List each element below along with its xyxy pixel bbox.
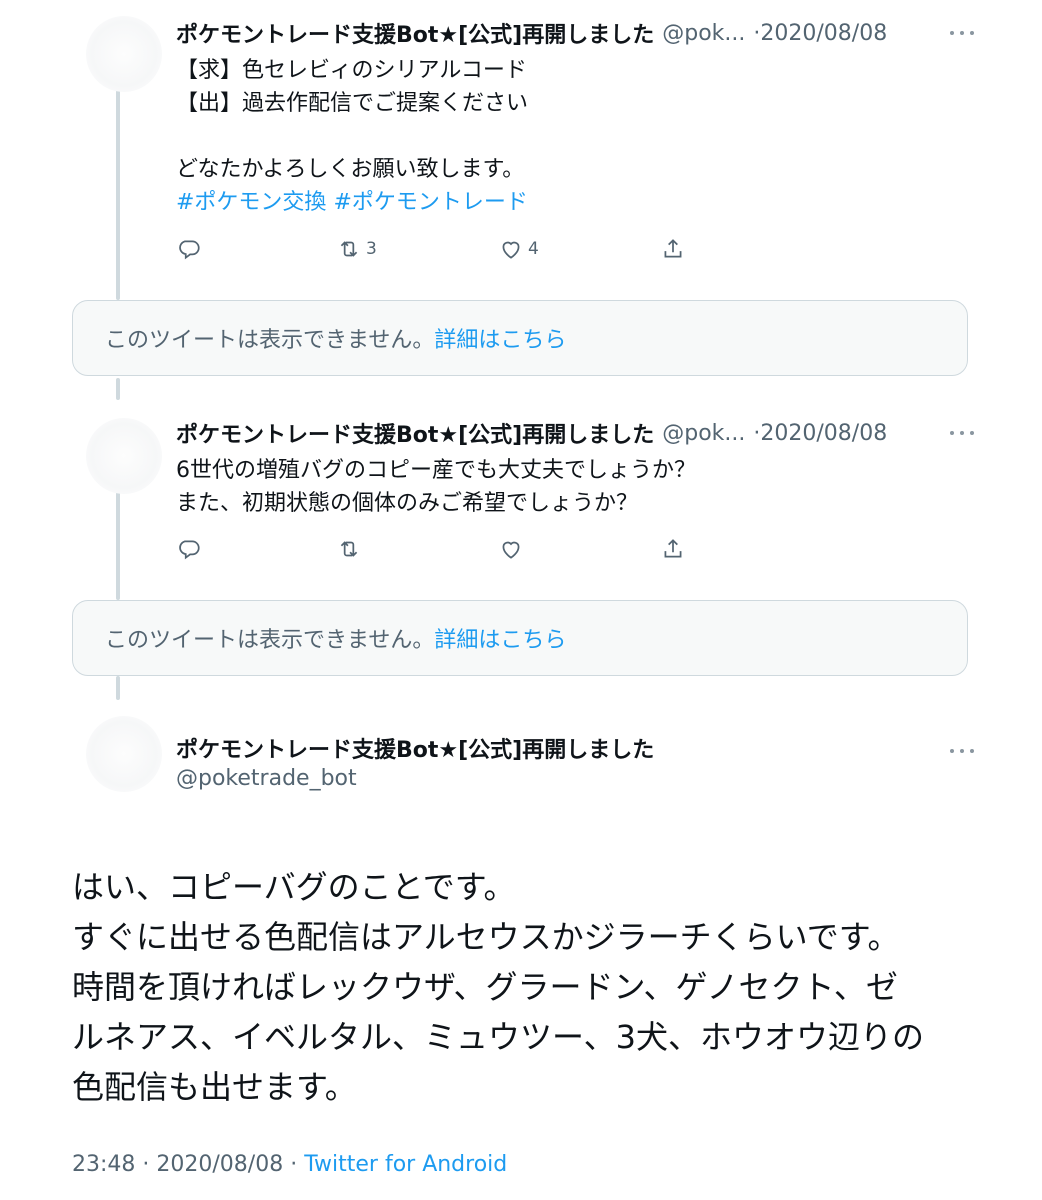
handle[interactable]: @pok... bbox=[662, 21, 745, 46]
main-tweet-line: 色配信も出せます。 bbox=[72, 1068, 357, 1106]
details-link[interactable]: 詳細はこちら bbox=[434, 322, 566, 354]
main-tweet-line: すぐに出せる色配信はアルセウスかジラーチくらいです。 bbox=[72, 918, 900, 956]
reply-button[interactable] bbox=[176, 534, 202, 564]
more-icon[interactable] bbox=[950, 744, 974, 758]
reply-button[interactable] bbox=[176, 234, 202, 264]
more-icon[interactable] bbox=[950, 26, 974, 40]
main-handle[interactable]: @poketrade_bot bbox=[176, 766, 357, 791]
more-icon[interactable] bbox=[950, 426, 974, 440]
retweet-icon bbox=[340, 541, 358, 557]
separator: · bbox=[753, 420, 761, 446]
tweet-text-line: 6世代の増殖バグのコピー産でも大丈夫でしょうか？ bbox=[176, 458, 696, 483]
retweet-button[interactable]: 3 bbox=[336, 234, 377, 264]
tweet-date[interactable]: 2020/08/08 bbox=[760, 421, 887, 446]
action-bar bbox=[176, 534, 696, 564]
unavailable-message: このツイートは表示できません。 bbox=[105, 328, 435, 353]
main-tweet-line: はい、コピーバグのことです。 bbox=[72, 868, 516, 906]
thread-line bbox=[116, 676, 120, 700]
tweet-meta: 23:48 · 2020/08/08 · Twitter for Android bbox=[72, 1152, 507, 1177]
display-name[interactable]: ポケモントレード支援Bot★[公式]再開しました bbox=[176, 17, 654, 49]
main-tweet-line: 時間を頂ければレックウザ、グラードン、ゲノセクト、ゼ bbox=[72, 968, 898, 1006]
tweet-text: 【求】色セレビィのシリアルコード 【出】過去作配信でご提案ください どなたかよろ… bbox=[176, 54, 528, 219]
avatar[interactable] bbox=[86, 16, 162, 92]
tweet-text: 6世代の増殖バグのコピー産でも大丈夫でしょうか？ また、初期状態の個体のみご希望… bbox=[176, 454, 696, 520]
details-link[interactable]: 詳細はこちら bbox=[434, 622, 566, 654]
main-display-name[interactable]: ポケモントレード支援Bot★[公式]再開しました bbox=[176, 732, 654, 764]
tweet-time[interactable]: 23:48 bbox=[72, 1152, 135, 1177]
unavailable-message: このツイートは表示できません。 bbox=[105, 628, 435, 653]
like-count: 4 bbox=[528, 239, 539, 259]
tweet-text-line: 【求】色セレビィのシリアルコード bbox=[176, 58, 527, 83]
tweet-text-line: 【出】過去作配信でご提案ください bbox=[176, 91, 529, 116]
tweet-text-line bbox=[176, 120, 528, 153]
separator: · bbox=[753, 20, 761, 46]
avatar[interactable] bbox=[86, 418, 162, 494]
reply-tweet[interactable]: ポケモントレード支援Bot★[公式]再開しました @pok... · 2020/… bbox=[176, 416, 1042, 576]
separator: · bbox=[142, 1152, 150, 1177]
share-icon bbox=[664, 539, 682, 558]
tweet-date[interactable]: 2020/08/08 bbox=[760, 21, 887, 46]
reply-icon bbox=[179, 240, 200, 260]
retweet-button[interactable] bbox=[336, 534, 362, 564]
hashtag-link[interactable]: #ポケモントレード bbox=[333, 190, 527, 215]
handle[interactable]: @pok... bbox=[662, 421, 745, 446]
tweet-date[interactable]: 2020/08/08 bbox=[156, 1152, 283, 1177]
retweet-count: 3 bbox=[366, 239, 377, 259]
tweet-header: ポケモントレード支援Bot★[公式]再開しました @pok... · 2020/… bbox=[176, 16, 887, 50]
like-icon bbox=[502, 541, 520, 559]
share-button[interactable] bbox=[660, 534, 686, 564]
share-icon bbox=[664, 239, 682, 258]
unavailable-tweet-card: このツイートは表示できません。 詳細はこちら bbox=[72, 300, 968, 376]
share-button[interactable] bbox=[660, 234, 686, 264]
retweet-icon bbox=[340, 241, 358, 257]
main-tweet-text: はい、コピーバグのことです。 すぐに出せる色配信はアルセウスかジラーチくらいです… bbox=[72, 862, 924, 1112]
tweet-text-line: どなたかよろしくお願い致します。 bbox=[176, 157, 525, 182]
reply-icon bbox=[179, 540, 200, 560]
main-tweet-line: ルネアス、イベルタル、ミュウツー、3犬、ホウオウ辺りの bbox=[72, 1018, 925, 1056]
source-link[interactable]: Twitter for Android bbox=[304, 1152, 507, 1177]
hashtag-line: #ポケモン交換 #ポケモントレード bbox=[176, 186, 528, 219]
separator: · bbox=[290, 1152, 298, 1177]
action-bar: 3 4 bbox=[176, 234, 696, 264]
thread-line bbox=[116, 378, 120, 400]
unavailable-tweet-card: このツイートは表示できません。 詳細はこちら bbox=[72, 600, 968, 676]
hashtag-link[interactable]: #ポケモン交換 bbox=[176, 190, 326, 215]
avatar[interactable] bbox=[86, 716, 162, 792]
thread-line bbox=[116, 84, 120, 300]
thread-line bbox=[116, 484, 120, 600]
like-icon bbox=[502, 241, 520, 259]
tweet-text-line: また、初期状態の個体のみご希望でしょうか？ bbox=[176, 491, 639, 516]
like-button[interactable]: 4 bbox=[498, 234, 539, 264]
tweet-header: ポケモントレード支援Bot★[公式]再開しました @pok... · 2020/… bbox=[176, 416, 887, 450]
reply-tweet[interactable]: ポケモントレード支援Bot★[公式]再開しました @pok... · 2020/… bbox=[176, 16, 1042, 276]
like-button[interactable] bbox=[498, 534, 524, 564]
display-name[interactable]: ポケモントレード支援Bot★[公式]再開しました bbox=[176, 417, 654, 449]
